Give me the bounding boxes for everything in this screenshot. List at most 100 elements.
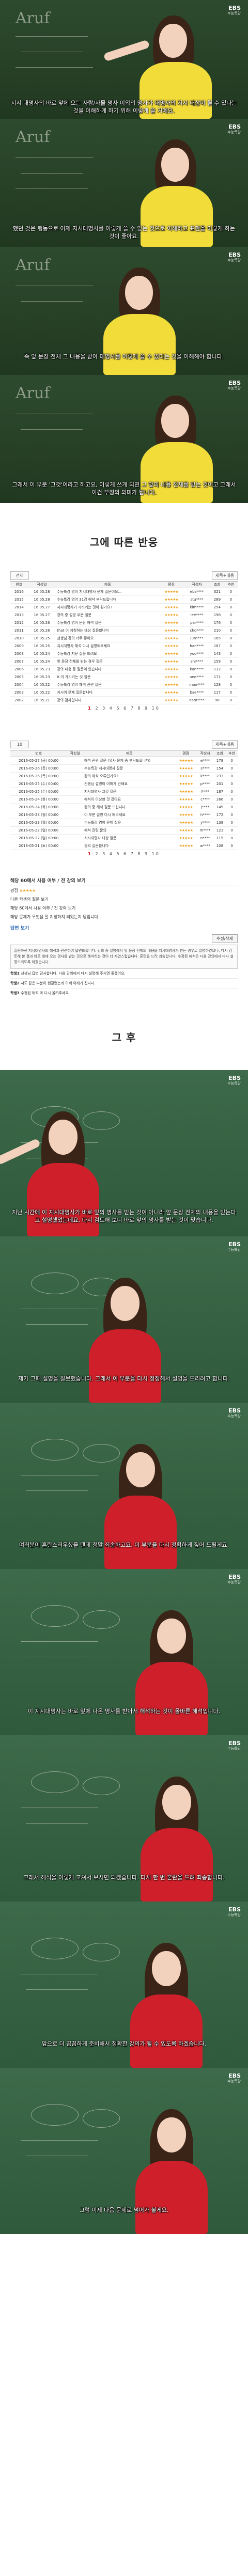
post-title-link[interactable]: 해석이 이상한 것 같아요 bbox=[83, 795, 176, 804]
table-row[interactable]: 2004 16.05.22 수능특강 영어 해석 관련 질문 ★★★★★ moo****… bbox=[10, 681, 238, 689]
page-link[interactable]: 8 bbox=[137, 706, 145, 711]
table-row[interactable]: 2009 16.05.25 지시대명사 해석 다시 설명해주세요 ★★★★★ han**… bbox=[10, 642, 238, 650]
page-link[interactable]: 6 bbox=[123, 706, 131, 711]
table-cell: moo**** bbox=[183, 681, 210, 689]
table-row[interactable]: 2016-05-27 (금) 00:00 해석 관련 질문 (유사 문제 좀 부탁… bbox=[10, 757, 238, 765]
table-row[interactable]: 2016-05-25 (수) 00:00 선생님 설명이 이해가 안돼요 ★★★★★… bbox=[10, 780, 238, 788]
post-title-link[interactable]: 이 부분 설명 다시 해주세요 bbox=[83, 811, 176, 819]
table-row[interactable]: 2010 16.05.25 선생님 강의 너무 좋아요 ★★★★★ jun**** 165… bbox=[10, 634, 238, 642]
page-link[interactable]: 10 bbox=[152, 852, 160, 856]
table-cell: 2010 bbox=[10, 634, 28, 642]
post-title-link[interactable]: 지시대명사 해석 다시 설명해주세요 bbox=[56, 642, 159, 650]
page-link[interactable]: 3 bbox=[102, 706, 110, 711]
filter-select[interactable]: 전체 bbox=[10, 571, 29, 580]
post-title-link[interactable]: 해석 관련 문의 bbox=[83, 826, 176, 835]
rating-stars: ★★★★★ bbox=[175, 764, 197, 773]
rating-stars: ★★★★★ bbox=[159, 634, 184, 642]
table-row[interactable]: 2014 16.05.27 지시대명사가 가리키는 것이 뭔가요? ★★★★★ kim*… bbox=[10, 603, 238, 611]
post-title-link[interactable]: 강의 감사합니다 bbox=[56, 696, 159, 704]
table-row[interactable]: 2002 16.05.21 강의 감사합니다 ★★★★★ nam**** 96 0 bbox=[10, 696, 238, 704]
post-title-link[interactable]: 선생님 강의 너무 좋아요 bbox=[56, 634, 159, 642]
video-frame: EBS 수능특강 그럼 이제 다음 문제로 넘어가 볼게요. bbox=[0, 2068, 248, 2234]
table-row[interactable]: 2003 16.05.22 지시어 문제 질문합니다 ★★★★★ bae**** 117 0 bbox=[10, 688, 238, 697]
question-link[interactable]: 다른 학생의 질문 보기 bbox=[10, 895, 238, 904]
search-type-select[interactable]: 제목+내용 bbox=[211, 571, 238, 580]
post-title-link[interactable]: 수능특강 지문 질문 드려요 bbox=[56, 650, 159, 658]
comment-item: 학생3 수정된 해석 꼭 다시 올려주세요. bbox=[10, 988, 238, 998]
post-title-link[interactable]: 강의 중 설명 부분 질문 bbox=[56, 611, 159, 619]
table-row[interactable]: 2016-05-26 (목) 00:00 수능특강 지시대명사 질문 ★★★★★ s*… bbox=[10, 764, 238, 773]
post-title-link[interactable]: that 이 지칭하는 대상 질문합니다 bbox=[56, 626, 159, 635]
table-cell: 0 bbox=[226, 788, 238, 796]
post-title-link[interactable]: 지시대명사 그것 질문 bbox=[83, 788, 176, 796]
table-row[interactable]: 2016 16.05.28 수능특강 영어 지시대명사 문제 질문이요... ★★★★… bbox=[10, 588, 238, 596]
table-row[interactable]: 2006 16.05.23 강의 내용 중 질문이 있습니다 ★★★★★ kan****… bbox=[10, 665, 238, 673]
table-row[interactable]: 2008 16.05.24 수능특강 지문 질문 드려요 ★★★★★ yoo**** 14… bbox=[10, 650, 238, 658]
page-link[interactable]: 3 bbox=[102, 852, 110, 856]
table-row[interactable]: 2016-05-21 (토) 00:00 강의 질문합니다 ★★★★★ w**** 10… bbox=[10, 842, 238, 850]
post-title-link[interactable]: 수능특강 지시대명사 질문 bbox=[83, 764, 176, 773]
page-link[interactable]: 5 bbox=[116, 706, 123, 711]
search-type-select[interactable]: 제목+내용 bbox=[211, 740, 238, 749]
subtitle-caption: 그럼 이제 다음 문제로 넘어가 볼게요. bbox=[79, 2207, 169, 2213]
page-link[interactable]: 1 bbox=[88, 852, 95, 856]
subtitle-caption: 했던 것은 행동으로 이제 지시대명사를 이렇게 쓸 수 있는 것으로 이해하고… bbox=[12, 225, 235, 240]
table-row[interactable]: 2016-05-23 (월) 00:00 이 부분 설명 다시 해주세요 ★★★★★… bbox=[10, 811, 238, 819]
page-link[interactable]: 2 bbox=[96, 852, 103, 856]
table-row[interactable]: 2016-05-22 (일) 00:00 해석 관련 문의 ★★★★★ m**** 12… bbox=[10, 826, 238, 835]
edit-delete-button[interactable]: 수정/삭제 bbox=[211, 934, 238, 943]
page-link[interactable]: 5 bbox=[116, 852, 123, 856]
post-title-link[interactable]: 수능특강 영어 31강 해석 부탁드립니다 bbox=[56, 595, 159, 604]
table-row[interactable]: 2007 16.05.24 앞 문장 전체를 받는 경우 질문 ★★★★★ shi***… bbox=[10, 657, 238, 666]
subtitle-caption: 앞으로 더 꼼꼼하게 준비해서 정확한 강의가 될 수 있도록 하겠습니다. bbox=[41, 2040, 207, 2047]
table-row[interactable]: 2016-05-23 (월) 00:00 수능특강 영어 문제 질문 ★★★★★ y*… bbox=[10, 819, 238, 827]
page-link[interactable]: 7 bbox=[131, 706, 138, 711]
column-header: 조회 bbox=[213, 750, 226, 757]
page-link[interactable]: 4 bbox=[110, 706, 117, 711]
table-cell bbox=[67, 788, 83, 796]
post-title-link[interactable]: 강의 중 해석 질문 드립니다 bbox=[83, 803, 176, 811]
post-title-link[interactable]: 강의 내용 중 질문이 있습니다 bbox=[56, 665, 159, 673]
page-link[interactable]: 10 bbox=[152, 706, 160, 711]
table-row[interactable]: 2015 16.05.28 수능특강 영어 31강 해석 부탁드립니다 ★★★★★ st… bbox=[10, 595, 238, 604]
post-title-link[interactable]: 강의 질문합니다 bbox=[83, 842, 176, 850]
post-title-link[interactable]: 지시어 문제 질문합니다 bbox=[56, 688, 159, 697]
page-link[interactable]: 2 bbox=[96, 706, 103, 711]
table-row[interactable]: 2016-05-25 (수) 00:00 지시대명사 그것 질문 ★★★★★ l***… bbox=[10, 788, 238, 796]
table-cell: 2006 bbox=[10, 665, 28, 673]
post-title-link[interactable]: 앞 문장 전체를 받는 경우 질문 bbox=[56, 657, 159, 666]
post-title-link[interactable]: 수능특강 영어 문장 해석 질문 bbox=[56, 619, 159, 627]
table-row[interactable]: 2016-05-24 (화) 00:00 해석이 이상한 것 같아요 ★★★★★ c*… bbox=[10, 795, 238, 804]
post-title-link[interactable]: 지시대명사 대상 질문 bbox=[83, 834, 176, 842]
page-link[interactable]: 4 bbox=[110, 852, 117, 856]
table-row[interactable]: 2016-05-26 (목) 00:00 강의 해석 오류인가요? ★★★★★ k**… bbox=[10, 772, 238, 780]
page-link[interactable]: 7 bbox=[131, 852, 138, 856]
table-row[interactable]: 2011 16.05.26 that 이 지칭하는 대상 질문합니다 ★★★★★ cho… bbox=[10, 626, 238, 635]
post-title-link[interactable]: 수능특강 영어 지시대명사 문제 질문이요... bbox=[56, 588, 159, 596]
page-link[interactable]: 1 bbox=[88, 706, 95, 711]
table-cell: 187 bbox=[213, 788, 226, 796]
table-cell bbox=[67, 819, 83, 827]
post-title-link[interactable]: 지시대명사가 가리키는 것이 뭔가요? bbox=[56, 603, 159, 611]
channel-logo: EBS 수능특강 bbox=[227, 123, 241, 134]
post-title-link[interactable]: it 이 가리키는 것 질문 bbox=[56, 673, 159, 681]
post-title-link[interactable]: 수능특강 영어 해석 관련 질문 bbox=[56, 681, 159, 689]
table-cell: 2008 bbox=[10, 650, 28, 658]
page-link[interactable]: 9 bbox=[145, 706, 152, 711]
table-row[interactable]: 2013 16.05.27 강의 중 설명 부분 질문 ★★★★★ lee**** 198… bbox=[10, 611, 238, 619]
rating-stars: ★★★★★ bbox=[159, 611, 184, 619]
post-title-link[interactable]: 해석 관련 질문 (유사 문제 좀 부탁드립니다) bbox=[83, 757, 176, 765]
table-row[interactable]: 2016-05-22 (일) 00:00 지시대명사 대상 질문 ★★★★★ n***… bbox=[10, 834, 238, 842]
post-title-link[interactable]: 강의 해석 오류인가요? bbox=[83, 772, 176, 780]
post-title-link[interactable]: 선생님 설명이 이해가 안돼요 bbox=[83, 780, 176, 788]
rating-stars: ★★★★★ bbox=[159, 696, 184, 704]
page-link[interactable]: 8 bbox=[137, 852, 145, 856]
page-link[interactable]: 6 bbox=[123, 852, 131, 856]
table-cell: cho**** bbox=[183, 626, 210, 635]
table-row[interactable]: 2016-05-24 (화) 00:00 강의 중 해석 질문 드립니다 ★★★★★… bbox=[10, 803, 238, 811]
page-link[interactable]: 9 bbox=[145, 852, 152, 856]
table-row[interactable]: 2012 16.05.26 수능특강 영어 문장 해석 질문 ★★★★★ par****… bbox=[10, 619, 238, 627]
post-title-link[interactable]: 수능특강 영어 문제 질문 bbox=[83, 819, 176, 827]
table-row[interactable]: 2005 16.05.23 it 이 가리키는 것 질문 ★★★★★ seo**** 17… bbox=[10, 673, 238, 681]
filter-select[interactable]: 10 bbox=[10, 740, 29, 748]
